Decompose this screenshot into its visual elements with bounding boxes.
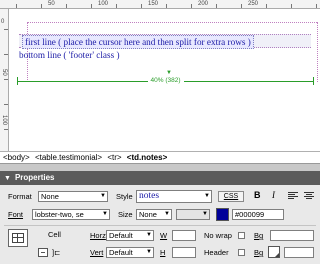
size-select[interactable]: None ▼ [136,209,172,220]
text-color-swatch[interactable] [216,208,229,221]
ruler-label: 100 [1,115,7,126]
header-checkbox[interactable] [238,249,245,256]
nowrap-checkbox[interactable] [238,232,245,239]
height-label: H [160,248,166,257]
ruler-label: 0 [1,19,5,25]
bg-color-label: Bg [254,248,264,257]
size-label: Size [118,210,133,219]
style-value: notes [139,191,160,201]
tag-tr[interactable]: <tr> [107,153,121,162]
bg-image-field[interactable] [270,230,314,241]
size-unit-select[interactable]: ▼ [176,209,210,220]
style-label: Style [116,192,133,201]
bg-color-swatch[interactable] [268,246,280,258]
merge-cells-icon[interactable] [38,248,48,257]
cell-footer[interactable]: bottom line ( 'footer' class ) [19,50,120,60]
ruler-label: 250 [248,1,259,7]
chevron-down-icon: ▼ [204,193,210,199]
tag-selector-bar: <body> <table.testimonial> <tr> <td.note… [0,151,320,163]
format-label: Format [8,192,32,201]
ruler-label: 150 [148,1,159,7]
ruler-label: 200 [198,1,209,7]
font-select[interactable]: lobster-two, se ▼ [32,209,110,220]
width-label: W [160,231,168,240]
height-field[interactable] [172,247,196,258]
horz-label: Horz [90,231,106,240]
format-select[interactable]: None ▼ [38,191,108,202]
cell-label: Cell [48,230,61,239]
align-left-icon[interactable] [288,192,298,200]
panel-divider[interactable] [0,163,320,171]
tag-body[interactable]: <body> [3,153,30,162]
split-cell-icon[interactable]: ]⊏ [52,247,60,258]
ruler-label: 50 [1,69,7,76]
bg-color-field[interactable] [284,247,314,258]
tag-table[interactable]: <table.testimonial> [35,153,102,162]
properties-title: Properties [14,173,55,182]
chevron-down-icon: ▼ [164,211,170,217]
ruler-label: 50 [48,1,55,7]
vertical-ruler: 0 50 100 [0,9,9,151]
cell-notes-selected[interactable]: first line ( place the cursor here and t… [22,35,254,49]
chevron-down-icon: ▼ [102,211,108,217]
table-row-first[interactable]: first line ( place the cursor here and t… [19,34,311,49]
font-value: lobster-two, se [35,210,84,219]
bg-label: Bg [254,231,264,240]
table-guide-top [27,22,317,23]
table-guide-right [317,22,318,82]
css-button[interactable]: CSS [218,191,244,202]
properties-panel-header[interactable]: ▼ Properties [0,171,320,185]
format-value: None [41,192,59,201]
table-row-footer[interactable]: bottom line ( 'footer' class ) [19,49,311,63]
align-center-icon[interactable] [304,192,314,200]
nowrap-label: No wrap [204,231,232,240]
header-label: Header [204,248,229,257]
font-label: Font [8,210,24,219]
properties-panel: Format None ▼ Style notes ▼ CSS B I Font l… [0,185,320,264]
size-value: None [139,210,157,219]
italic-button[interactable]: I [272,190,275,201]
ruler-label: 100 [98,1,109,7]
width-field[interactable] [172,230,196,241]
chevron-down-icon: ▼ [100,193,106,199]
table-cell-icon [8,229,28,247]
triangle-down-icon[interactable]: ▼ [4,172,11,186]
table-width-indicator[interactable]: ▼ 40% (382) [17,67,314,89]
table-width-label: 40% (382) [147,77,184,84]
vert-value: Default [109,248,133,257]
chevron-down-icon: ▼ [146,249,152,255]
chevron-down-icon: ▼ [202,211,208,217]
text-color-field[interactable]: #000099 [232,209,284,220]
tag-td[interactable]: <td.notes> [127,153,167,162]
vert-select[interactable]: Default ▼ [106,247,154,258]
horz-value: Default [109,231,133,240]
horz-select[interactable]: Default ▼ [106,230,154,241]
width-menu-arrow-icon[interactable]: ▼ [166,70,172,76]
chevron-down-icon: ▼ [146,232,152,238]
horizontal-ruler: 50 100 150 200 250 [0,0,320,9]
bold-button[interactable]: B [254,190,261,201]
vert-label: Vert [90,248,104,257]
style-select[interactable]: notes ▼ [136,190,212,203]
